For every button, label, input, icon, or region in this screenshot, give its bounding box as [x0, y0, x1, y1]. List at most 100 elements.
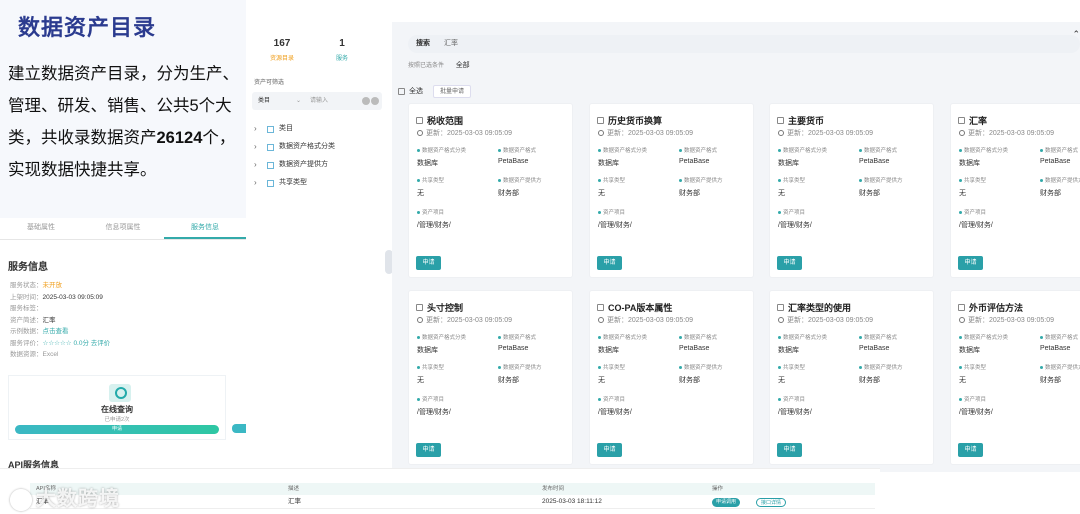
asset-checkbox[interactable]	[597, 117, 604, 124]
asset-field-item: 资产项目/管理/财务/	[959, 395, 993, 417]
apply-button[interactable]: 申请	[777, 443, 802, 457]
asset-title-text: 历史货币换算	[608, 116, 663, 126]
field-value: PetaBase	[498, 158, 529, 165]
field-value: 无	[417, 190, 424, 197]
service-row: 示例数据：点击查看	[10, 326, 110, 338]
apply-button[interactable]: 申请	[958, 443, 983, 457]
tree-item[interactable]: › 共享类型	[254, 174, 335, 192]
apply-button[interactable]: 申请	[597, 443, 622, 457]
api-table: API名称 描述 发布时间 操作 汇率 汇率 2025-03-03 18:11:…	[0, 468, 880, 514]
asset-field-format-cat: 数据资产格式分类 数据库	[417, 333, 466, 355]
asset-field-provider: 数据资产提供方 财务部	[498, 363, 542, 385]
asset-checkbox[interactable]	[777, 304, 784, 311]
asset-field-format-cat: 数据资产格式分类 数据库	[959, 333, 1008, 355]
asset-updated-text: 更新：2025-03-03 09:05:09	[607, 130, 693, 137]
field-label: 资产项目	[959, 395, 993, 403]
search-icon	[109, 384, 131, 402]
tree-item-label: 共享类型	[279, 179, 307, 186]
field-value: /管理/财务/	[778, 222, 812, 229]
online-query-count: 已申请2次	[104, 417, 130, 423]
field-label: 数据资产提供方	[1040, 176, 1080, 184]
field-value: /管理/财务/	[959, 409, 993, 416]
batch-apply-button[interactable]: 批量申请	[433, 85, 472, 98]
apply-button[interactable]: 申请	[958, 256, 983, 270]
asset-updated: 更新：2025-03-03 09:05:09	[417, 128, 512, 138]
rating-link[interactable]: ☆☆☆☆☆ 0.0分 去评价	[43, 340, 111, 347]
online-query-title: 在线查询	[101, 405, 133, 414]
clear-icon[interactable]	[362, 97, 370, 105]
service-row: 服务标签：	[10, 303, 110, 315]
asset-card[interactable]: 税收范围 更新：2025-03-03 09:05:09 数据资产格式分类 数据库 数据资…	[408, 103, 573, 278]
slide-text-panel: 数据资产目录 建立数据资产目录，分为生产、管理、研发、销售、公共5个大类，共收录…	[0, 0, 246, 218]
asset-field-format: 数据资产格式 PetaBase	[859, 146, 897, 165]
tab-service-info[interactable]: 服务信息	[164, 218, 246, 239]
asset-checkbox[interactable]	[416, 304, 423, 311]
service-row: 服务状态：未开放	[10, 280, 110, 292]
apply-button[interactable]: 申请	[416, 443, 441, 457]
asset-checkbox[interactable]	[416, 117, 423, 124]
asset-card[interactable]: 头寸控制 更新：2025-03-03 09:05:09 数据资产格式分类 数据库 数据资…	[408, 290, 573, 465]
select-all-checkbox[interactable]	[398, 88, 405, 95]
apply-button[interactable]: 申请	[597, 256, 622, 270]
service-row-key: 服务标签：	[10, 305, 43, 312]
stat-service[interactable]: 1 服务	[312, 38, 372, 62]
filter-input[interactable]: 请输入	[310, 92, 328, 110]
tree-item[interactable]: › 类目	[254, 120, 335, 138]
asset-field-format-cat: 数据资产格式分类 数据库	[778, 333, 827, 355]
filter-select[interactable]: 类目	[258, 98, 270, 104]
field-value: 财务部	[1040, 190, 1061, 197]
next-card-button[interactable]	[232, 424, 246, 433]
asset-checkbox[interactable]	[958, 304, 965, 311]
asset-card[interactable]: 汇率类型的使用 更新：2025-03-03 09:05:09 数据资产格式分类 数据库…	[769, 290, 934, 465]
service-row-value: 2025-03-03 09:05:09	[42, 293, 103, 301]
field-value: 数据库	[417, 160, 438, 167]
chevron-right-icon: ›	[254, 142, 257, 151]
search-input[interactable]: 汇率	[444, 35, 458, 53]
tree-item[interactable]: › 数据资产格式分类	[254, 138, 335, 156]
field-label: 资产项目	[598, 395, 632, 403]
asset-list-area: 搜索 汇率 ⌃ 按照已选条件 全部 全选 批量申请 税收范围 更新：2025-03…	[392, 22, 1080, 472]
asset-card[interactable]: CO-PA版本属性更新：2025-03-03 09:05:09 数据资产格式分类数…	[589, 290, 754, 465]
select-all-label[interactable]: 全选	[409, 84, 423, 99]
asset-updated-text: 更新：2025-03-03 09:05:09	[607, 317, 693, 324]
apply-button[interactable]: 申请	[777, 256, 802, 270]
chevron-up-icon[interactable]: ⌃	[1072, 25, 1080, 43]
tab-info-attributes[interactable]: 信息项属性	[82, 218, 164, 239]
asset-card[interactable]: 历史货币换算 更新：2025-03-03 09:05:09 数据资产格式分类 数据库数…	[589, 103, 754, 278]
asset-checkbox[interactable]	[958, 117, 965, 124]
field-label: 共享类型	[959, 363, 986, 371]
filter-box[interactable]: 类目 ⌄ 请输入	[252, 92, 382, 110]
asset-field-share: 共享类型无	[959, 176, 986, 198]
request-call-button[interactable]: 申请调用	[712, 498, 741, 507]
tree-item[interactable]: › 数据资产提供方	[254, 156, 335, 174]
field-label: 数据资产格式分类	[417, 146, 466, 154]
asset-card[interactable]: 汇率 更新：2025-03-03 09:05:09 数据资产格式分类 数据库 数据资产格…	[950, 103, 1080, 278]
service-row-key: 资产简述：	[10, 316, 43, 324]
api-detail-button[interactable]: 接口详情	[756, 498, 787, 507]
search-bar[interactable]: 搜索 汇率 ⌃	[408, 29, 1080, 53]
asset-field-format-cat: 数据资产格式分类 数据库	[598, 333, 647, 355]
asset-field-share: 共享类型无	[598, 176, 625, 198]
search-icon[interactable]	[371, 97, 379, 105]
online-query-apply-button[interactable]: 申请	[15, 425, 219, 434]
condition-value[interactable]: 全部	[456, 62, 470, 69]
asset-checkbox[interactable]	[597, 304, 604, 311]
field-label: 共享类型	[598, 363, 625, 371]
asset-updated: 更新：2025-03-03 09:05:09	[778, 315, 873, 325]
asset-field-share: 共享类型无	[778, 363, 805, 385]
field-value: 财务部	[679, 377, 700, 384]
asset-checkbox[interactable]	[777, 117, 784, 124]
service-row-value: Excel	[42, 351, 59, 358]
sample-data-link[interactable]: 点击查看	[43, 328, 69, 335]
field-value: 数据库	[598, 347, 619, 354]
service-row-value: 汇率	[42, 316, 56, 324]
apply-button[interactable]: 申请	[416, 256, 441, 270]
asset-title-text: CO-PA版本属性	[608, 303, 673, 313]
field-label: 数据资产格式分类	[959, 333, 1008, 341]
stat-resource-catalog[interactable]: 167 资源目录	[252, 38, 312, 62]
asset-card[interactable]: 外币评估方法 更新：2025-03-03 09:05:09 数据资产格式分类 数据库数…	[950, 290, 1080, 465]
asset-updated-text: 更新：2025-03-03 09:05:09	[968, 317, 1054, 324]
field-label: 数据资产格式分类	[959, 146, 1008, 154]
asset-card[interactable]: 主要货币 更新：2025-03-03 09:05:09 数据资产格式分类 数据库 数据资…	[769, 103, 934, 278]
tab-basic-attributes[interactable]: 基础属性	[0, 218, 82, 239]
